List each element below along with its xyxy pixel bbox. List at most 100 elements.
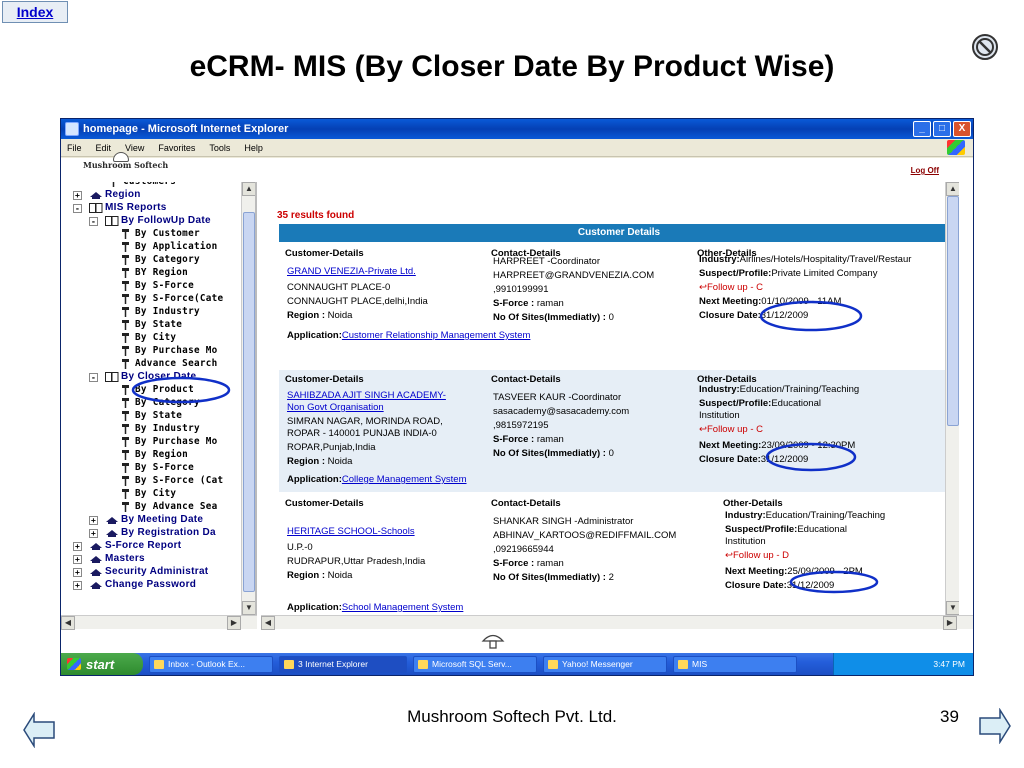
minimize-button[interactable]: _ [913,121,931,137]
closure-label: Closure Date: [699,310,761,321]
application-link[interactable]: School Management System [342,602,463,613]
tree-item[interactable]: By Customer [61,228,243,241]
tree-item[interactable]: By Purchase Mo [61,436,243,449]
tree-item[interactable]: By S-Force [61,280,243,293]
window-title: homepage - Microsoft Internet Explorer [83,123,289,135]
company-link[interactable]: GRAND VENEZIA-Private Ltd. [287,266,416,277]
follow-up-line[interactable]: ↩Follow up - D [725,550,789,561]
pin-icon [122,268,129,278]
industry-label: Industry: [725,510,766,521]
follow-up-line[interactable]: ↩Follow up - C [699,282,763,293]
scroll-right-icon[interactable]: ▶ [227,616,241,630]
expand-icon[interactable]: + [73,568,82,577]
scroll-right-icon[interactable]: ▶ [943,616,957,630]
expand-icon[interactable]: + [73,555,82,564]
scroll-down-icon[interactable]: ▼ [242,601,255,615]
tree-item[interactable]: By S-Force [61,462,243,475]
tree-vertical-scrollbar[interactable]: ▲ ▼ [241,182,255,615]
tree-item[interactable]: + Change Password [61,579,243,592]
taskbar-item-sql[interactable]: Microsoft SQL Serv... [413,655,537,673]
tree-item[interactable]: + S-Force Report [61,540,243,553]
industry-value: Education/Training/Teaching [765,510,886,521]
tree-item[interactable]: By City [61,488,243,501]
book-icon [105,372,119,382]
collapse-icon[interactable]: - [89,373,98,382]
scroll-thumb[interactable] [947,196,959,426]
tree-item[interactable]: By Application [61,241,243,254]
taskbar-item-mis[interactable]: MIS [673,655,797,673]
tree-item[interactable]: - By FollowUp Date [61,215,243,228]
menu-file[interactable]: File [67,143,82,153]
pin-icon [122,398,129,408]
suspect-value: Educational [771,398,821,409]
expand-icon[interactable]: + [73,581,82,590]
address-line: CONNAUGHT PLACE-0 [287,282,391,293]
menu-tools[interactable]: Tools [209,143,230,153]
tree-item[interactable]: By State [61,319,243,332]
company-link[interactable]: HERITAGE SCHOOL-Schools [287,526,415,537]
tree-item[interactable]: By City [61,332,243,345]
windows-taskbar: start Inbox - Outlook Ex... 3 Internet E… [61,653,973,675]
collapse-icon[interactable]: - [73,204,82,213]
tree-item[interactable]: + Security Administrat [61,566,243,579]
next-slide-arrow-icon[interactable] [978,708,1012,744]
tree-item-label: Customers [123,182,176,187]
tree-item[interactable]: By S-Force(Cate [61,293,243,306]
maximize-button[interactable]: □ [933,121,951,137]
tree-item[interactable]: Customers [61,182,243,189]
menu-view[interactable]: View [125,143,144,153]
taskbar-item-ie[interactable]: 3 Internet Explorer [279,655,407,673]
scroll-up-icon[interactable]: ▲ [242,182,255,196]
tree-item[interactable]: By Industry [61,423,243,436]
tree-item[interactable]: By Purchase Mo [61,345,243,358]
hat-icon [90,192,102,199]
scroll-thumb[interactable] [243,212,255,592]
menu-help[interactable]: Help [244,143,263,153]
follow-up-line[interactable]: ↩Follow up - C [699,424,763,435]
menu-edit[interactable]: Edit [96,143,112,153]
tree-item[interactable]: By Advance Sea [61,501,243,514]
company-link[interactable]: Non Govt Organisation [287,402,384,413]
company-link[interactable]: SAHIBZADA AJIT SINGH ACADEMY- [287,390,446,401]
scroll-left-icon[interactable]: ◀ [261,616,275,630]
tree-item[interactable]: By Category [61,254,243,267]
tree-item[interactable]: By Region [61,449,243,462]
collapse-icon[interactable]: - [89,217,98,226]
slide-title: eCRM- MIS (By Closer Date By Product Wis… [189,50,835,83]
book-icon [89,203,103,213]
pin-icon [122,229,129,239]
tree-item[interactable]: By State [61,410,243,423]
results-horizontal-scrollbar[interactable]: ◀ ▶ [261,615,973,630]
scroll-down-icon[interactable]: ▼ [946,601,959,615]
index-button[interactable]: Index [2,1,68,23]
application-link[interactable]: Customer Relationship Management System [342,330,531,341]
tree-item[interactable]: Advance Search [61,358,243,371]
taskbar-item-outlook[interactable]: Inbox - Outlook Ex... [149,655,273,673]
sql-server-icon [418,659,428,669]
start-button[interactable]: start [61,653,143,675]
tree-item-label: By Registration Da [121,527,216,538]
tree-item[interactable]: + Masters [61,553,243,566]
expand-icon[interactable]: + [89,529,98,538]
tree-item[interactable]: By S-Force (Cat [61,475,243,488]
taskbar-item-yahoo[interactable]: Yahoo! Messenger [543,655,667,673]
scroll-up-icon[interactable]: ▲ [946,182,959,196]
menu-favorites[interactable]: Favorites [158,143,195,153]
tree-item[interactable]: + Region [61,189,243,202]
scroll-left-icon[interactable]: ◀ [61,616,75,630]
tree-item[interactable]: - MIS Reports [61,202,243,215]
tree-item[interactable]: BY Region [61,267,243,280]
expand-icon[interactable]: + [73,542,82,551]
close-button[interactable]: X [953,121,971,137]
pin-icon [122,320,129,330]
tree-item[interactable]: By Industry [61,306,243,319]
application-label: Application: [287,330,342,341]
expand-icon[interactable]: + [89,516,98,525]
results-vertical-scrollbar[interactable]: ▲ ▼ [945,182,959,615]
logout-link[interactable]: Log Off [911,166,939,175]
expand-icon[interactable]: + [73,191,82,200]
application-link[interactable]: College Management System [342,474,467,485]
tree-item[interactable]: + By Meeting Date [61,514,243,527]
tree-horizontal-scrollbar[interactable]: ◀ ▶ [61,615,257,630]
tree-item[interactable]: + By Registration Da [61,527,243,540]
